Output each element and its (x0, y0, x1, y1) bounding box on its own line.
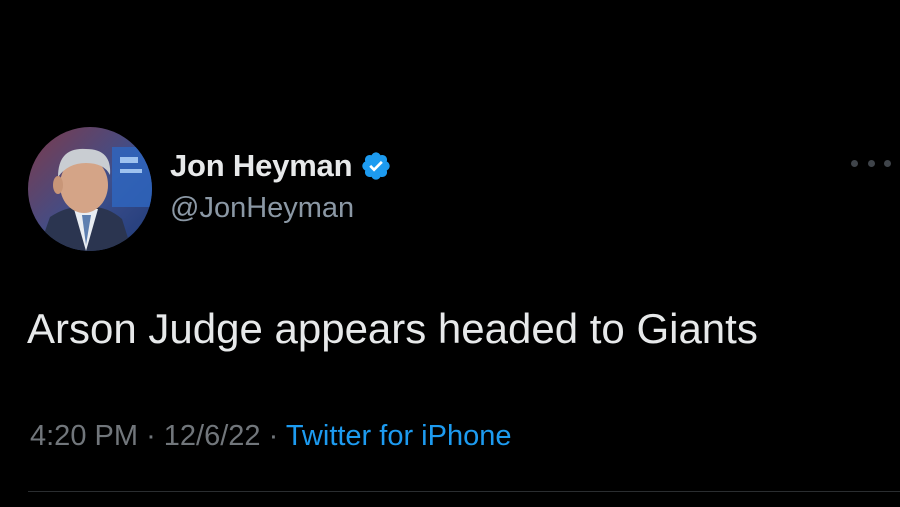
tweet-time[interactable]: 4:20 PM (30, 420, 138, 452)
meta-separator: · (268, 420, 286, 452)
avatar-photo (28, 127, 152, 251)
tweet-date[interactable]: 12/6/22 (164, 420, 261, 452)
tweet-source[interactable]: Twitter for iPhone (286, 420, 512, 452)
user-handle[interactable]: @JonHeyman (170, 192, 354, 225)
divider (28, 491, 900, 492)
more-dot (884, 159, 891, 167)
author-name-row[interactable]: Jon Heyman (170, 146, 392, 186)
tweet-meta: 4:20 PM · 12/6/22 · Twitter for iPhone (30, 420, 511, 453)
more-options-icon[interactable] (851, 153, 891, 173)
tweet-card: Jon Heyman @JonHeyman Arson Judge appear… (0, 0, 900, 507)
avatar[interactable] (28, 127, 152, 251)
tweet-text: Arson Judge appears headed to Giants (27, 305, 758, 352)
verified-badge-icon (360, 150, 392, 182)
more-dot (851, 159, 858, 167)
more-dot (867, 159, 875, 167)
meta-separator: · (146, 420, 164, 452)
display-name[interactable]: Jon Heyman (170, 148, 353, 184)
